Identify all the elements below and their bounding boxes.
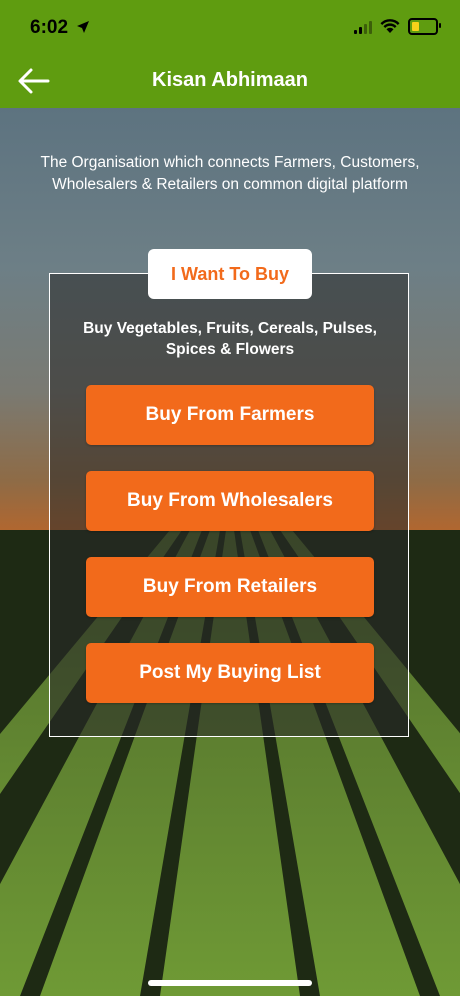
signal-icon — [354, 20, 372, 34]
panel-subtitle: Buy Vegetables, Fruits, Cereals, Pulses,… — [83, 320, 377, 358]
buy-from-farmers-button[interactable]: Buy From Farmers — [86, 385, 374, 445]
page-title: Kisan Abhimaan — [152, 69, 308, 91]
wifi-icon — [380, 19, 400, 33]
panel-title: I Want To Buy — [148, 249, 312, 299]
battery-icon — [408, 18, 441, 35]
status-bar: 6:02 — [0, 0, 460, 54]
buy-from-wholesalers-button[interactable]: Buy From Wholesalers — [86, 471, 374, 531]
home-indicator — [148, 980, 312, 986]
tagline: The Organisation which connects Farmers,… — [40, 154, 420, 193]
app-bar: Kisan Abhimaan — [0, 54, 460, 108]
battery-level — [412, 22, 419, 31]
status-time: 6:02 — [30, 17, 69, 38]
buy-from-retailers-button[interactable]: Buy From Retailers — [86, 557, 374, 617]
location-arrow-icon — [77, 21, 89, 33]
status-icons — [354, 18, 441, 35]
post-buying-list-button[interactable]: Post My Buying List — [86, 643, 374, 703]
